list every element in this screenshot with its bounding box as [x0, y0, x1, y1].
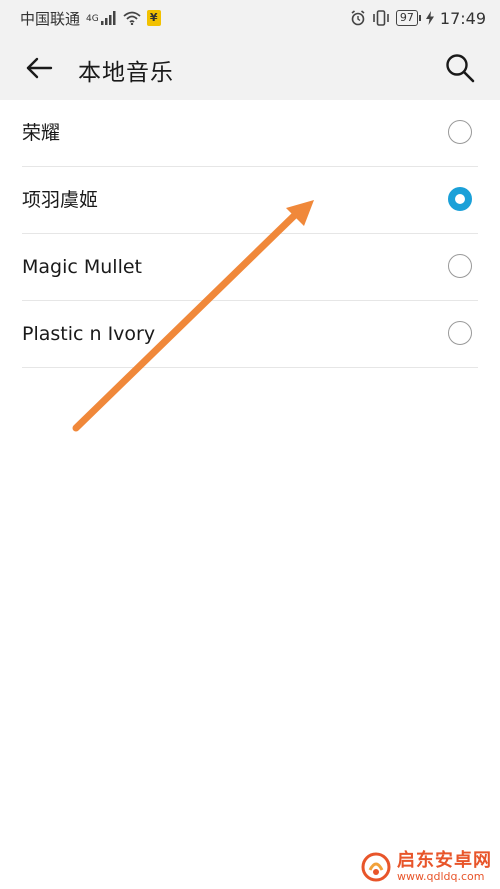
network-label: 4G — [86, 13, 99, 24]
toolbar: 本地音乐 — [0, 36, 500, 100]
radio-button-1[interactable] — [448, 187, 472, 211]
list-item[interactable]: Plastic n Ivory — [22, 301, 478, 368]
search-button[interactable] — [442, 50, 478, 86]
page-title: 本地音乐 — [78, 60, 174, 86]
wifi-icon — [123, 11, 141, 25]
list-item-label: Plastic n Ivory — [22, 323, 156, 345]
back-button[interactable] — [22, 51, 56, 85]
list-item-label: Magic Mullet — [22, 256, 142, 278]
watermark-text: 启东安卓网 www.qdldq.com — [397, 851, 492, 883]
list-item[interactable]: 项羽虞姬 — [22, 167, 478, 234]
list-item-label: 荣耀 — [22, 122, 61, 144]
status-left: 中国联通 4G ¥ — [20, 8, 161, 29]
watermark-logo-icon — [361, 852, 391, 882]
status-right: 97 17:49 — [350, 9, 486, 28]
watermark: 启东安卓网 www.qdldq.com — [361, 851, 492, 883]
radio-button-3[interactable] — [448, 321, 472, 345]
clock-label: 17:49 — [439, 8, 486, 28]
status-bar: 中国联通 4G ¥ 97 17:49 — [0, 0, 500, 36]
radio-button-0[interactable] — [448, 120, 472, 144]
watermark-url: www.qdldq.com — [397, 869, 485, 883]
search-icon — [446, 54, 475, 83]
radio-button-2[interactable] — [448, 254, 472, 278]
list-item[interactable]: Magic Mullet — [22, 234, 478, 301]
alarm-icon — [350, 10, 366, 26]
charging-icon — [425, 11, 434, 25]
battery-indicator: 97 — [395, 10, 421, 26]
list-item[interactable]: 荣耀 — [22, 100, 478, 167]
signal-icon — [100, 11, 117, 25]
local-music-list: 荣耀 项羽虞姬 Magic Mullet Plastic n Ivory — [0, 100, 500, 368]
payment-badge: ¥ — [146, 10, 161, 26]
list-item-label: 项羽虞姬 — [22, 189, 99, 211]
back-arrow-icon — [26, 57, 53, 79]
vibrate-icon — [372, 10, 390, 26]
carrier-label: 中国联通 — [20, 9, 81, 28]
watermark-title: 启东安卓网 — [397, 850, 492, 872]
